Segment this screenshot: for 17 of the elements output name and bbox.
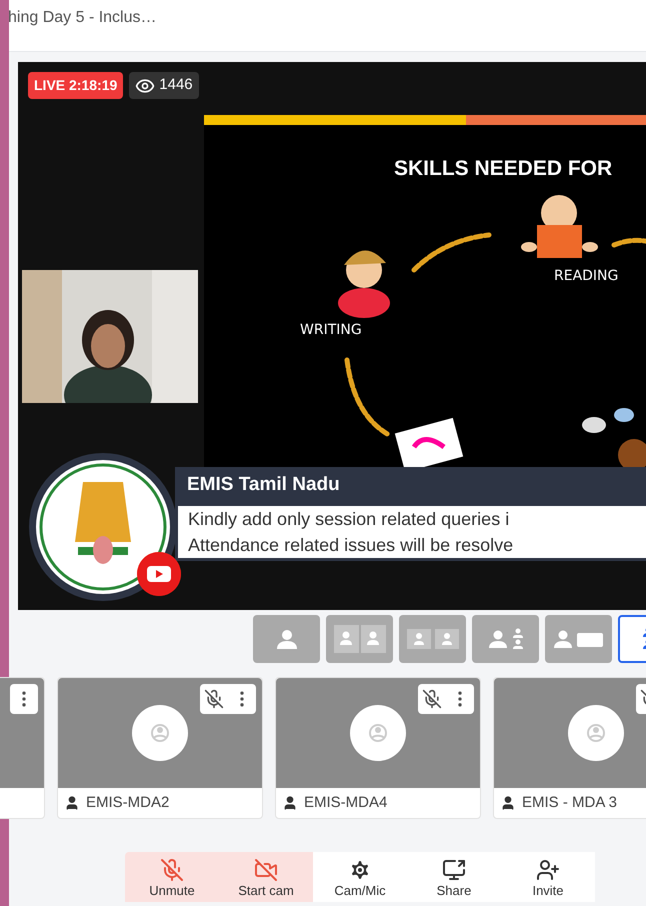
viewer-count: 1446 bbox=[129, 72, 199, 99]
skill-label: READING bbox=[554, 267, 618, 286]
live-badge: LIVE 2:18:19 bbox=[28, 72, 124, 99]
toolbar-button[interactable]: Start cam bbox=[219, 852, 313, 902]
toolbar-button[interactable]: Invite bbox=[501, 852, 595, 902]
banner-text: Attendance related issues will be resolve bbox=[188, 534, 514, 557]
skill-label: WRITING bbox=[300, 321, 362, 340]
participant-name: EMIS-MDA2 bbox=[86, 792, 170, 813]
participant-name: EMIS-MDA4 bbox=[304, 792, 388, 813]
window-title: hing Day 5 - Inclus… bbox=[9, 8, 157, 28]
slide-title: SKILLS NEEDED FOR bbox=[394, 156, 612, 182]
banner-title: EMIS Tamil Nadu bbox=[187, 472, 340, 497]
participant-name: EMIS - MDA 3 bbox=[522, 792, 618, 813]
toolbar-button[interactable]: Unmute bbox=[125, 852, 219, 902]
toolbar-button[interactable]: Share bbox=[407, 852, 501, 902]
toolbar-button[interactable]: Cam/Mic bbox=[313, 852, 407, 902]
banner-text: Kindly add only session related queries i bbox=[188, 508, 510, 531]
